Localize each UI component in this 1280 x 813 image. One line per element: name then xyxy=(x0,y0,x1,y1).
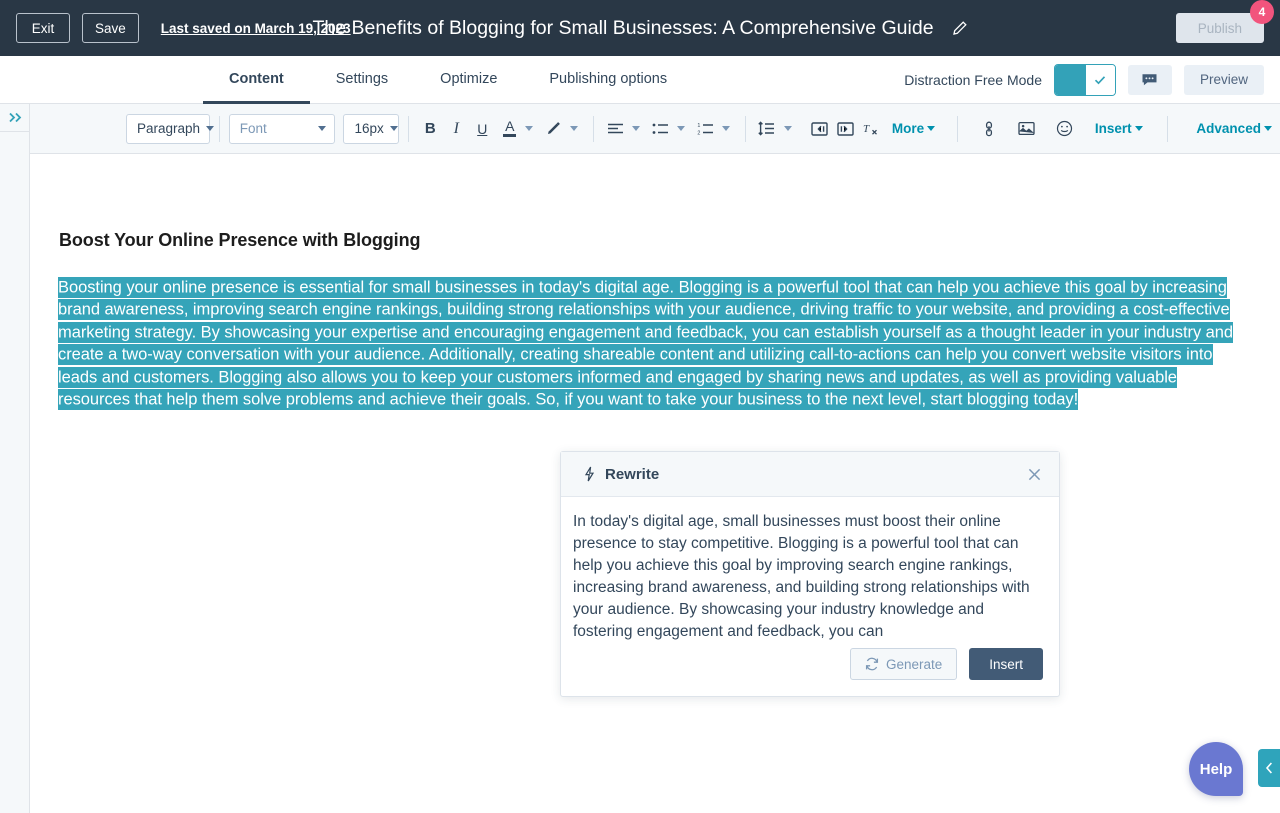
text-color-icon[interactable]: A xyxy=(496,115,520,143)
paragraph-style-value: Paragraph xyxy=(137,121,200,136)
save-button[interactable]: Save xyxy=(82,13,139,43)
font-size-select[interactable]: 16px xyxy=(343,114,399,144)
toolbar-divider xyxy=(408,116,409,142)
outdent-icon[interactable] xyxy=(808,115,832,143)
tab-bar: Content Settings Optimize Publishing opt… xyxy=(0,56,1280,104)
text-color-swatch xyxy=(503,134,516,137)
underline-icon[interactable]: U xyxy=(470,115,494,143)
chevron-down-icon[interactable] xyxy=(570,126,578,131)
advanced-label: Advanced xyxy=(1196,121,1261,136)
tab-content[interactable]: Content xyxy=(203,57,310,104)
bold-label: B xyxy=(425,120,436,137)
chevron-down-icon[interactable] xyxy=(784,126,792,131)
left-sidebar-rail xyxy=(0,104,30,813)
tab-settings[interactable]: Settings xyxy=(310,57,414,104)
close-icon[interactable] xyxy=(1023,463,1045,485)
document-heading: Boost Your Online Presence with Blogging xyxy=(59,230,420,251)
lightning-bolt-icon xyxy=(583,466,596,482)
rewrite-dialog-header: Rewrite xyxy=(561,452,1059,497)
toolbar-divider xyxy=(957,116,958,142)
rewrite-dialog: Rewrite In today's digital age, small bu… xyxy=(560,451,1060,697)
toolbar-divider xyxy=(1167,116,1168,142)
insert-label: Insert xyxy=(1095,121,1132,136)
refresh-icon xyxy=(865,657,879,671)
align-icon[interactable] xyxy=(603,115,627,143)
check-icon xyxy=(1085,65,1115,95)
pencil-icon[interactable] xyxy=(952,20,968,36)
font-family-value: Font xyxy=(240,121,267,136)
distraction-free-mode-label: Distraction Free Mode xyxy=(904,72,1042,88)
numbered-list-icon[interactable]: 1 2 xyxy=(693,115,717,143)
chevron-down-icon[interactable] xyxy=(722,126,730,131)
image-icon[interactable] xyxy=(1015,115,1039,143)
svg-text:T: T xyxy=(863,123,870,135)
italic-icon[interactable]: I xyxy=(444,115,468,143)
chevron-left-icon[interactable] xyxy=(1258,749,1280,787)
more-dropdown[interactable]: More xyxy=(886,115,943,143)
preview-button[interactable]: Preview xyxy=(1184,65,1264,95)
tab-publishing-options[interactable]: Publishing options xyxy=(523,57,693,104)
tab-bar-actions: Distraction Free Mode Preview xyxy=(904,56,1280,103)
paragraph-style-select[interactable]: Paragraph xyxy=(126,114,210,144)
status-badge: 4 xyxy=(1250,0,1274,24)
chevron-down-icon[interactable] xyxy=(632,126,640,131)
rewrite-dialog-title: Rewrite xyxy=(605,466,659,483)
chevron-double-right-icon[interactable] xyxy=(0,104,30,132)
bold-icon[interactable]: B xyxy=(418,115,442,143)
chevron-down-icon xyxy=(318,126,326,131)
generate-button[interactable]: Generate xyxy=(850,648,957,680)
toggle-fill xyxy=(1055,65,1085,95)
chevron-down-icon xyxy=(927,126,935,131)
italic-label: I xyxy=(454,120,459,138)
toolbar-divider xyxy=(745,116,746,142)
chevron-down-icon xyxy=(1135,126,1143,131)
page-title: The Benefits of Blogging for Small Busin… xyxy=(312,17,933,40)
svg-text:1: 1 xyxy=(697,123,700,129)
emoji-icon[interactable] xyxy=(1053,115,1077,143)
insert-dropdown[interactable]: Insert xyxy=(1089,115,1151,143)
chevron-down-icon xyxy=(1264,126,1272,131)
highlight-color-icon[interactable] xyxy=(541,115,565,143)
insert-button[interactable]: Insert xyxy=(969,648,1043,680)
svg-text:2: 2 xyxy=(697,130,700,135)
line-height-icon[interactable] xyxy=(755,115,779,143)
document-paragraph[interactable]: Boosting your online presence is essenti… xyxy=(58,276,1253,412)
distraction-free-mode-toggle[interactable] xyxy=(1054,64,1116,96)
chevron-down-icon[interactable] xyxy=(677,126,685,131)
publish-area: Publish 4 xyxy=(1176,13,1264,43)
rewrite-dialog-body[interactable]: In today's digital age, small businesses… xyxy=(561,497,1059,640)
exit-button[interactable]: Exit xyxy=(16,13,70,43)
rewrite-suggestion-text: In today's digital age, small businesses… xyxy=(573,511,1037,640)
comment-icon[interactable] xyxy=(1128,65,1172,95)
editor-toolbar: Paragraph Font 16px B I U A xyxy=(30,104,1280,154)
link-icon[interactable] xyxy=(977,115,1001,143)
chevron-down-icon xyxy=(390,126,398,131)
bullet-list-icon[interactable] xyxy=(648,115,672,143)
advanced-dropdown[interactable]: Advanced xyxy=(1190,115,1280,143)
font-size-value: 16px xyxy=(354,121,383,136)
top-bar: Exit Save Last saved on March 19, 2023 T… xyxy=(0,0,1280,56)
underline-label: U xyxy=(477,121,487,137)
toolbar-divider xyxy=(593,116,594,142)
help-button[interactable]: Help xyxy=(1189,742,1243,796)
font-family-select[interactable]: Font xyxy=(229,114,336,144)
more-label: More xyxy=(892,121,924,136)
tab-list: Content Settings Optimize Publishing opt… xyxy=(203,56,693,103)
tab-optimize[interactable]: Optimize xyxy=(414,57,523,104)
indent-icon[interactable] xyxy=(834,115,858,143)
chevron-down-icon xyxy=(206,126,214,131)
chevron-down-icon[interactable] xyxy=(525,126,533,131)
generate-label: Generate xyxy=(886,657,942,672)
rewrite-dialog-footer: Generate Insert xyxy=(561,640,1059,696)
toolbar-divider xyxy=(219,116,220,142)
text-color-label: A xyxy=(505,120,514,133)
selected-text: Boosting your online presence is essenti… xyxy=(58,277,1233,411)
clear-formatting-icon[interactable]: T xyxy=(860,115,884,143)
